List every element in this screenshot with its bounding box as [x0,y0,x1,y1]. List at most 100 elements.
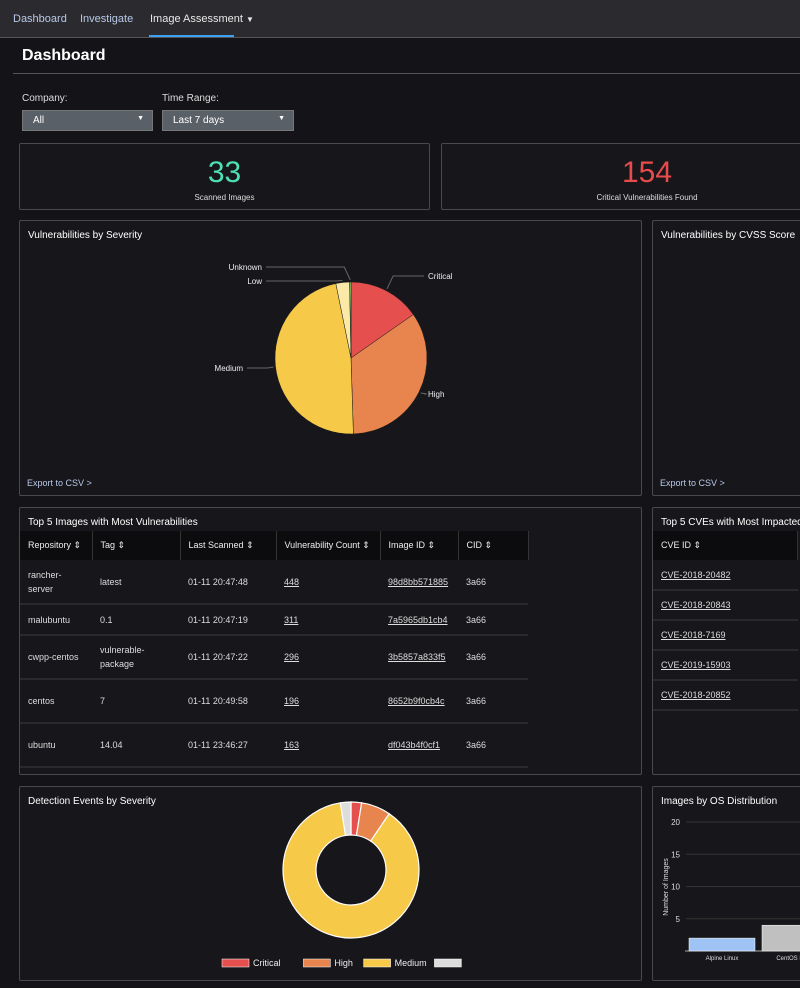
legend-label: Medium [395,958,427,968]
column-header[interactable]: Image ID ⇕ [380,531,459,560]
table-row: CVE-2018-20843 [653,590,798,621]
company-select[interactable]: All ▼ [22,110,153,131]
table-cell: 98d8bb571885 [380,560,458,605]
nav-investigate[interactable]: Investigate [80,13,133,25]
table-row: malubuntu 0.1 01-11 20:47:19 311 7a5965db1cb… [20,604,528,636]
vuln-count-link[interactable]: 311 [284,615,298,625]
column-header[interactable]: CVE ID ⇕ [653,531,798,560]
legend-swatch [434,958,462,968]
nav-dashboard[interactable]: Dashboard [13,13,67,25]
table-header-row: Repository ⇕ Tag ⇕ Last Scanned ⇕ Vulnerabi… [20,531,529,560]
cell-text: 3a66 [466,652,487,662]
column-header[interactable]: Last Scanned ⇕ [180,531,277,560]
cell-text: 3a66 [466,740,487,750]
table-cell: ubuntu [20,723,92,768]
critical-vulns-card: 154 Critical Vulnerabilities Found [441,143,800,210]
vuln-count-link[interactable]: 296 [284,652,299,662]
table-cell: centos [20,679,92,724]
y-tick-label: 10 [671,883,680,892]
company-label: Company: [22,93,68,104]
table-cell: 7a5965db1cb4 [380,604,458,636]
cve-link[interactable]: CVE-2018-20852 [661,690,731,700]
table-cell: 7 [92,679,180,724]
pie-leader-line [266,279,343,282]
company-value: All [33,115,45,126]
cve-link[interactable]: CVE-2018-20843 [661,600,731,610]
vuln-count-link[interactable]: 163 [284,740,299,750]
cve-link[interactable]: CVE-2019-15903 [661,660,731,670]
pie-label: Medium [215,364,244,373]
legend-label: Critical [253,958,281,968]
table-row: rancher-server latest 01-11 20:47:48 448 98d… [20,560,528,605]
nav-label: Image Assessment [150,13,243,25]
image-id-link[interactable]: 7a5965db1cb4 [388,615,448,625]
pie-leader-line [386,275,424,290]
table-cell: malubuntu [20,604,92,636]
table-cell: 3a66 [458,635,528,680]
image-id-link[interactable]: 3b5857a833f5 [388,652,446,662]
page-title: Dashboard [22,47,106,64]
column-header[interactable]: Vulnerability Count ⇕ [276,531,381,560]
column-header[interactable]: CID ⇕ [458,531,529,560]
export-csv-link[interactable]: Export to CSV > [27,478,92,488]
image-id-link[interactable]: 98d8bb571885 [388,577,448,587]
column-header[interactable]: Repository ⇕ [20,531,93,560]
table-cell: 3a66 [458,679,528,724]
cell-text: ubuntu [28,740,56,750]
table-row: CVE-2018-20482 [653,560,798,591]
bar-centos-linux [761,924,800,952]
sort-icon: ⇕ [117,540,126,550]
nav-image-assessment[interactable]: Image Assessment ▼ [150,13,254,25]
export-csv-link[interactable]: Export to CSV > [660,478,725,488]
pie-label: Critical [428,272,453,281]
sort-icon: ⇕ [427,540,436,550]
top-images-table: Repository ⇕ Tag ⇕ Last Scanned ⇕ Vulnerabi… [20,531,529,768]
detection-panel: Detection Events by Severity Critical Hig… [19,786,642,981]
cell-text: 01-11 20:47:48 [188,576,248,587]
os-panel: Images by OS Distribution Number of Imag… [652,786,800,981]
vuln-count-link[interactable]: 448 [284,577,299,587]
pie-leader-line [266,266,351,281]
table-cell: vulnerable-package [92,635,180,680]
time-range-value: Last 7 days [173,115,225,126]
table-header-row: CVE ID ⇕ [653,531,798,560]
caret-down-icon: ▼ [278,115,285,122]
table-cell: 296 [276,635,380,680]
table-cell: 3a66 [458,604,528,636]
image-id-link[interactable]: 8652b9f0cb4c [388,696,445,706]
pie-label: Low [247,277,262,286]
column-label: CVE ID [661,540,692,550]
pie-leader-line [247,366,274,369]
panel-title: Top 5 Images with Most Vulnerabilities [28,517,198,528]
table-row: CVE-2018-7169 [653,620,798,651]
cell-text: 3a66 [466,696,487,706]
column-label: Last Scanned [188,540,244,550]
table-cell: CVE-2018-7169 [653,620,798,651]
table-cell: 01-11 20:47:22 [180,635,276,680]
cve-link[interactable]: CVE-2018-7169 [661,630,726,640]
sort-icon: ⇕ [246,540,254,550]
time-range-label: Time Range: [162,93,219,104]
table-cell: CVE-2019-15903 [653,650,798,681]
vuln-count-link[interactable]: 196 [284,696,299,706]
column-header[interactable]: Tag ⇕ [92,531,181,560]
legend-swatch [363,958,391,968]
column-label: Image ID [388,540,426,550]
cell-text: vulnerable-package [100,645,145,669]
table-row: cwpp-centos vulnerable-package 01-11 20:47… [20,635,528,680]
cell-text: 01-11 20:47:19 [188,614,248,625]
cve-link[interactable]: CVE-2018-20482 [661,570,731,580]
y-tick-label: 20 [671,818,680,827]
cell-text: 14.04 [100,740,123,750]
caret-down-icon: ▼ [137,115,144,122]
image-id-link[interactable]: df043b4f0cf1 [388,740,440,750]
sort-icon: ⇕ [73,540,82,550]
time-range-select[interactable]: Last 7 days ▼ [162,110,294,131]
table-cell: 01-11 23:46:27 [180,723,276,768]
table-cell: rancher-server [20,560,92,605]
pie-label: Unknown [229,263,262,272]
bar-alpine-linux [688,937,756,952]
legend-label: High [334,958,353,968]
stat-value: 33 [207,156,242,189]
cell-text: latest [100,576,122,587]
